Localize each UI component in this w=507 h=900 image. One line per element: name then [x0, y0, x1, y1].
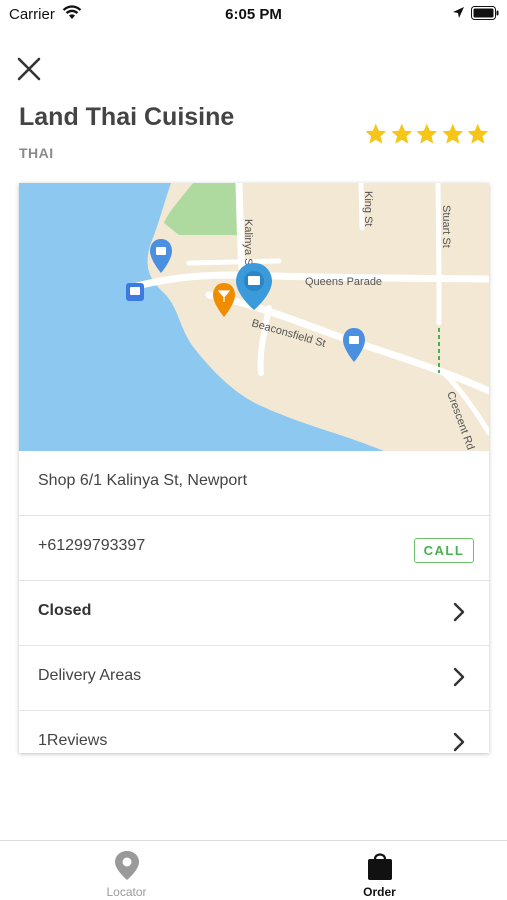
street-label: King St [362, 191, 374, 226]
tab-order-label: Order [363, 885, 396, 899]
hours-status: Closed [38, 602, 92, 619]
address-text: Shop 6/1 Kalinya St, Newport [38, 472, 248, 489]
restaurant-title: Land Thai Cuisine [19, 103, 235, 131]
reviews-label: 1Reviews [38, 732, 108, 749]
restaurant-details-card: Kalinya St King St Stuart St Queens Para… [19, 183, 489, 753]
chevron-right-icon [453, 667, 465, 687]
star-icon [416, 123, 438, 144]
street-label: Queens Parade [305, 276, 382, 288]
chevron-right-icon [453, 732, 465, 752]
rating-stars [364, 122, 490, 146]
chevron-right-icon [453, 602, 465, 622]
tab-order[interactable]: Order [253, 841, 506, 900]
hours-row[interactable]: Closed [19, 580, 489, 645]
status-time: 6:05 PM [225, 6, 282, 23]
star-icon [365, 123, 387, 144]
tab-locator-label: Locator [106, 885, 147, 899]
delivery-areas-row[interactable]: Delivery Areas [19, 645, 489, 710]
battery-icon [471, 6, 499, 20]
location-map[interactable]: Kalinya St King St Stuart St Queens Para… [19, 183, 489, 451]
cuisine-label: THAI [19, 145, 54, 161]
reviews-row[interactable]: 1Reviews [19, 710, 489, 753]
phone-number: +61299793397 [38, 537, 146, 554]
location-arrow-icon [453, 7, 464, 18]
close-icon[interactable] [14, 54, 44, 84]
street-label: Stuart St [440, 205, 452, 248]
street-label: Kalinya St [242, 219, 254, 269]
shopping-bag-icon [368, 853, 392, 880]
bus-stop-icon[interactable] [126, 283, 144, 301]
phone-row: +61299793397 CALL [19, 515, 489, 580]
tab-locator[interactable]: Locator [0, 841, 253, 900]
star-icon [442, 123, 463, 144]
delivery-areas-label: Delivery Areas [38, 667, 142, 684]
status-bar: Carrier 6:05 PM [0, 0, 507, 30]
star-icon [467, 123, 489, 144]
call-button[interactable]: CALL [414, 538, 474, 563]
map-pin-icon [115, 851, 139, 880]
tab-bar: Locator Order [0, 840, 507, 900]
star-icon [390, 123, 412, 144]
address-row[interactable]: Shop 6/1 Kalinya St, Newport [19, 451, 489, 516]
